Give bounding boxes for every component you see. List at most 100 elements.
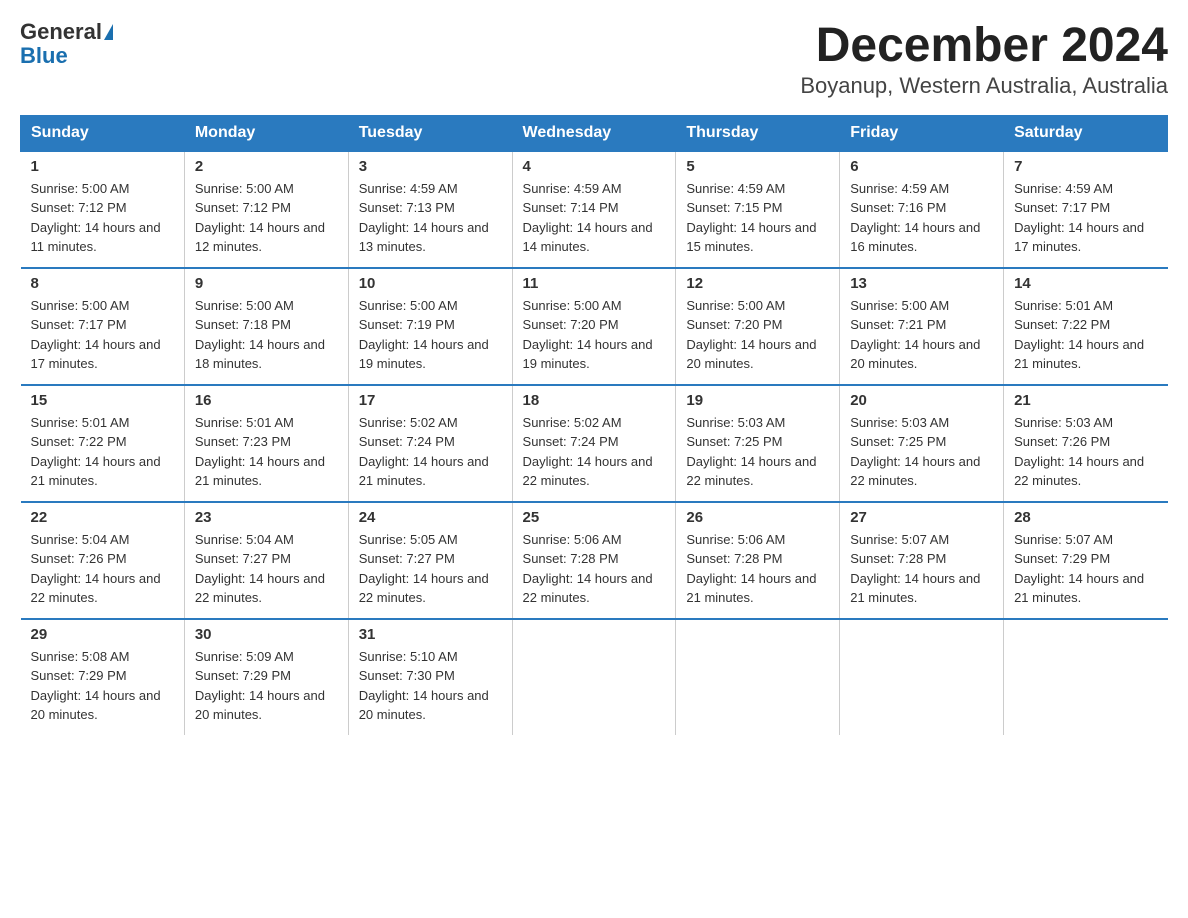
day-info: Sunrise: 4:59 AM Sunset: 7:14 PM Dayligh… bbox=[523, 179, 666, 257]
day-number: 26 bbox=[686, 509, 829, 526]
day-number: 10 bbox=[359, 275, 502, 292]
calendar-week-row: 1 Sunrise: 5:00 AM Sunset: 7:12 PM Dayli… bbox=[21, 151, 1168, 268]
table-row bbox=[676, 619, 840, 735]
day-info: Sunrise: 5:03 AM Sunset: 7:25 PM Dayligh… bbox=[850, 413, 993, 491]
logo-triangle-icon bbox=[104, 24, 113, 40]
title-block: December 2024 Boyanup, Western Australia… bbox=[800, 20, 1168, 99]
logo: General Blue bbox=[20, 20, 113, 68]
calendar-week-row: 15 Sunrise: 5:01 AM Sunset: 7:22 PM Dayl… bbox=[21, 385, 1168, 502]
day-info: Sunrise: 5:10 AM Sunset: 7:30 PM Dayligh… bbox=[359, 647, 502, 725]
day-number: 31 bbox=[359, 626, 502, 643]
day-number: 22 bbox=[31, 509, 174, 526]
day-number: 13 bbox=[850, 275, 993, 292]
day-number: 12 bbox=[686, 275, 829, 292]
day-number: 23 bbox=[195, 509, 338, 526]
table-row: 27 Sunrise: 5:07 AM Sunset: 7:28 PM Dayl… bbox=[840, 502, 1004, 619]
day-info: Sunrise: 4:59 AM Sunset: 7:15 PM Dayligh… bbox=[686, 179, 829, 257]
table-row: 2 Sunrise: 5:00 AM Sunset: 7:12 PM Dayli… bbox=[184, 151, 348, 268]
day-info: Sunrise: 5:07 AM Sunset: 7:28 PM Dayligh… bbox=[850, 530, 993, 608]
calendar-week-row: 29 Sunrise: 5:08 AM Sunset: 7:29 PM Dayl… bbox=[21, 619, 1168, 735]
calendar-header: Sunday Monday Tuesday Wednesday Thursday… bbox=[21, 115, 1168, 151]
day-info: Sunrise: 5:02 AM Sunset: 7:24 PM Dayligh… bbox=[359, 413, 502, 491]
table-row: 11 Sunrise: 5:00 AM Sunset: 7:20 PM Dayl… bbox=[512, 268, 676, 385]
table-row bbox=[840, 619, 1004, 735]
col-tuesday: Tuesday bbox=[348, 115, 512, 151]
day-number: 11 bbox=[523, 275, 666, 292]
day-number: 21 bbox=[1014, 392, 1157, 409]
table-row: 4 Sunrise: 4:59 AM Sunset: 7:14 PM Dayli… bbox=[512, 151, 676, 268]
day-number: 4 bbox=[523, 158, 666, 175]
col-friday: Friday bbox=[840, 115, 1004, 151]
col-monday: Monday bbox=[184, 115, 348, 151]
table-row: 7 Sunrise: 4:59 AM Sunset: 7:17 PM Dayli… bbox=[1004, 151, 1168, 268]
table-row: 31 Sunrise: 5:10 AM Sunset: 7:30 PM Dayl… bbox=[348, 619, 512, 735]
day-info: Sunrise: 5:01 AM Sunset: 7:22 PM Dayligh… bbox=[1014, 296, 1157, 374]
day-info: Sunrise: 5:00 AM Sunset: 7:12 PM Dayligh… bbox=[195, 179, 338, 257]
day-number: 1 bbox=[31, 158, 174, 175]
day-number: 2 bbox=[195, 158, 338, 175]
col-wednesday: Wednesday bbox=[512, 115, 676, 151]
day-number: 8 bbox=[31, 275, 174, 292]
table-row: 1 Sunrise: 5:00 AM Sunset: 7:12 PM Dayli… bbox=[21, 151, 185, 268]
day-info: Sunrise: 5:00 AM Sunset: 7:20 PM Dayligh… bbox=[523, 296, 666, 374]
table-row: 3 Sunrise: 4:59 AM Sunset: 7:13 PM Dayli… bbox=[348, 151, 512, 268]
day-info: Sunrise: 4:59 AM Sunset: 7:17 PM Dayligh… bbox=[1014, 179, 1157, 257]
day-info: Sunrise: 5:07 AM Sunset: 7:29 PM Dayligh… bbox=[1014, 530, 1157, 608]
day-number: 25 bbox=[523, 509, 666, 526]
day-number: 20 bbox=[850, 392, 993, 409]
table-row bbox=[512, 619, 676, 735]
table-row: 10 Sunrise: 5:00 AM Sunset: 7:19 PM Dayl… bbox=[348, 268, 512, 385]
table-row: 15 Sunrise: 5:01 AM Sunset: 7:22 PM Dayl… bbox=[21, 385, 185, 502]
day-number: 19 bbox=[686, 392, 829, 409]
col-sunday: Sunday bbox=[21, 115, 185, 151]
day-number: 7 bbox=[1014, 158, 1157, 175]
table-row: 21 Sunrise: 5:03 AM Sunset: 7:26 PM Dayl… bbox=[1004, 385, 1168, 502]
day-info: Sunrise: 5:03 AM Sunset: 7:25 PM Dayligh… bbox=[686, 413, 829, 491]
logo-general-text: General bbox=[20, 20, 102, 44]
table-row: 25 Sunrise: 5:06 AM Sunset: 7:28 PM Dayl… bbox=[512, 502, 676, 619]
header-row: Sunday Monday Tuesday Wednesday Thursday… bbox=[21, 115, 1168, 151]
calendar-week-row: 22 Sunrise: 5:04 AM Sunset: 7:26 PM Dayl… bbox=[21, 502, 1168, 619]
day-info: Sunrise: 5:01 AM Sunset: 7:23 PM Dayligh… bbox=[195, 413, 338, 491]
day-number: 29 bbox=[31, 626, 174, 643]
calendar-week-row: 8 Sunrise: 5:00 AM Sunset: 7:17 PM Dayli… bbox=[21, 268, 1168, 385]
day-info: Sunrise: 5:04 AM Sunset: 7:27 PM Dayligh… bbox=[195, 530, 338, 608]
day-info: Sunrise: 5:00 AM Sunset: 7:20 PM Dayligh… bbox=[686, 296, 829, 374]
day-info: Sunrise: 5:05 AM Sunset: 7:27 PM Dayligh… bbox=[359, 530, 502, 608]
table-row: 20 Sunrise: 5:03 AM Sunset: 7:25 PM Dayl… bbox=[840, 385, 1004, 502]
table-row: 8 Sunrise: 5:00 AM Sunset: 7:17 PM Dayli… bbox=[21, 268, 185, 385]
day-number: 15 bbox=[31, 392, 174, 409]
day-info: Sunrise: 5:06 AM Sunset: 7:28 PM Dayligh… bbox=[523, 530, 666, 608]
table-row: 5 Sunrise: 4:59 AM Sunset: 7:15 PM Dayli… bbox=[676, 151, 840, 268]
table-row: 19 Sunrise: 5:03 AM Sunset: 7:25 PM Dayl… bbox=[676, 385, 840, 502]
table-row: 12 Sunrise: 5:00 AM Sunset: 7:20 PM Dayl… bbox=[676, 268, 840, 385]
calendar-body: 1 Sunrise: 5:00 AM Sunset: 7:12 PM Dayli… bbox=[21, 151, 1168, 735]
table-row: 17 Sunrise: 5:02 AM Sunset: 7:24 PM Dayl… bbox=[348, 385, 512, 502]
logo-blue-text: Blue bbox=[20, 44, 68, 68]
table-row bbox=[1004, 619, 1168, 735]
table-row: 26 Sunrise: 5:06 AM Sunset: 7:28 PM Dayl… bbox=[676, 502, 840, 619]
day-info: Sunrise: 5:03 AM Sunset: 7:26 PM Dayligh… bbox=[1014, 413, 1157, 491]
day-number: 16 bbox=[195, 392, 338, 409]
day-info: Sunrise: 5:00 AM Sunset: 7:19 PM Dayligh… bbox=[359, 296, 502, 374]
day-info: Sunrise: 5:09 AM Sunset: 7:29 PM Dayligh… bbox=[195, 647, 338, 725]
day-number: 30 bbox=[195, 626, 338, 643]
day-info: Sunrise: 5:00 AM Sunset: 7:18 PM Dayligh… bbox=[195, 296, 338, 374]
day-number: 27 bbox=[850, 509, 993, 526]
day-info: Sunrise: 5:00 AM Sunset: 7:21 PM Dayligh… bbox=[850, 296, 993, 374]
table-row: 6 Sunrise: 4:59 AM Sunset: 7:16 PM Dayli… bbox=[840, 151, 1004, 268]
col-saturday: Saturday bbox=[1004, 115, 1168, 151]
day-info: Sunrise: 4:59 AM Sunset: 7:13 PM Dayligh… bbox=[359, 179, 502, 257]
day-number: 6 bbox=[850, 158, 993, 175]
day-number: 9 bbox=[195, 275, 338, 292]
table-row: 14 Sunrise: 5:01 AM Sunset: 7:22 PM Dayl… bbox=[1004, 268, 1168, 385]
day-number: 3 bbox=[359, 158, 502, 175]
table-row: 16 Sunrise: 5:01 AM Sunset: 7:23 PM Dayl… bbox=[184, 385, 348, 502]
day-info: Sunrise: 5:08 AM Sunset: 7:29 PM Dayligh… bbox=[31, 647, 174, 725]
calendar-table: Sunday Monday Tuesday Wednesday Thursday… bbox=[20, 115, 1168, 735]
page-title: December 2024 bbox=[800, 20, 1168, 73]
page-header: General Blue December 2024 Boyanup, West… bbox=[20, 20, 1168, 99]
table-row: 28 Sunrise: 5:07 AM Sunset: 7:29 PM Dayl… bbox=[1004, 502, 1168, 619]
col-thursday: Thursday bbox=[676, 115, 840, 151]
day-info: Sunrise: 4:59 AM Sunset: 7:16 PM Dayligh… bbox=[850, 179, 993, 257]
